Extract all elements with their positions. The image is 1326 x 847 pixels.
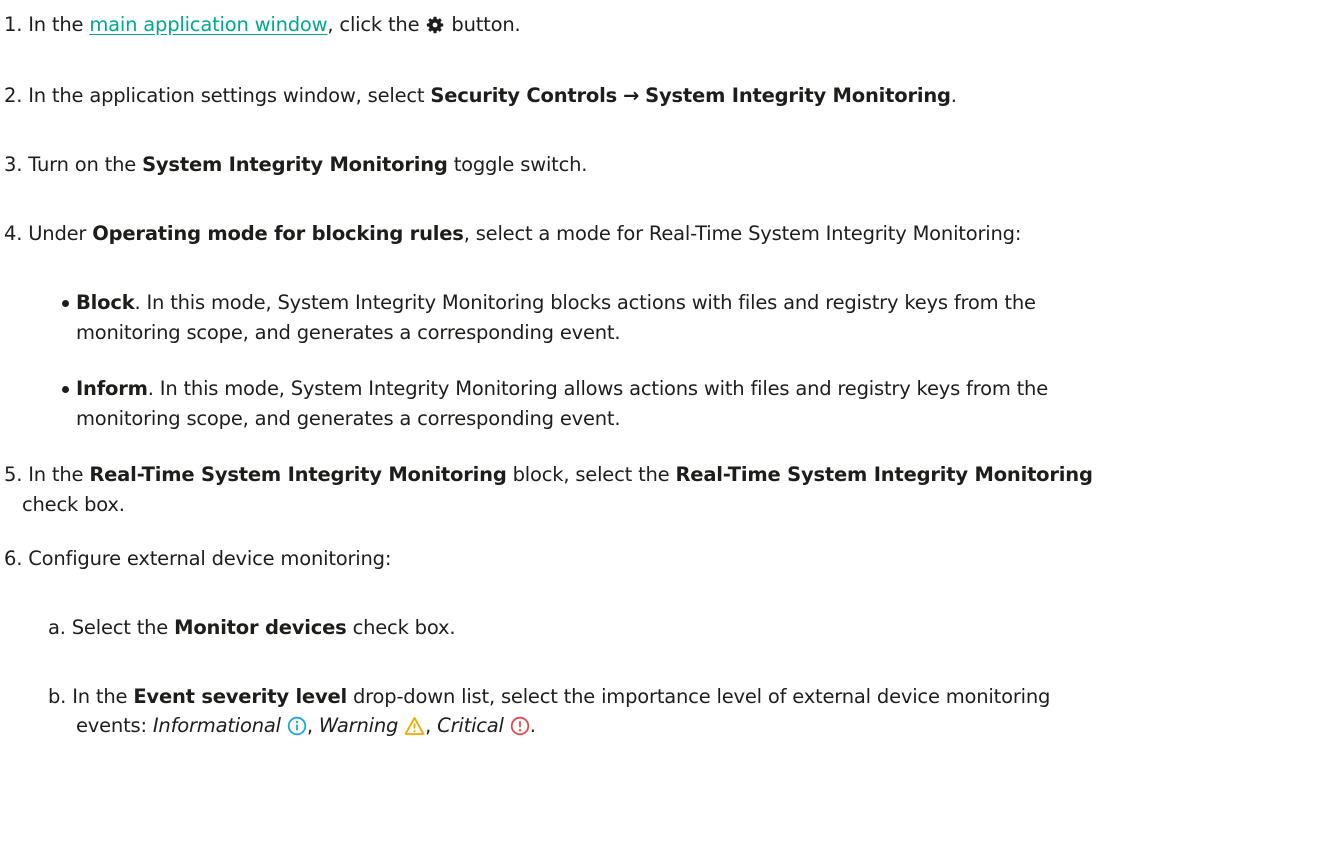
block-mode-item: Block. In this mode, System Integrity Mo…: [76, 289, 1036, 317]
step-text: button.: [451, 13, 521, 36]
step-text: In the: [28, 13, 84, 36]
step-text: Configure external device monitoring:: [28, 547, 392, 570]
step-number: 6.: [4, 547, 23, 570]
ui-checkbox-name: Real-Time System Integrity Monitoring: [675, 463, 1093, 486]
ui-checkbox-name: Monitor devices: [174, 616, 347, 639]
ui-block-name: Real-Time System Integrity Monitoring: [89, 463, 507, 486]
step-number: 1.: [4, 13, 23, 36]
step-text: , select a mode for Real-Time System Int…: [463, 222, 1022, 245]
step-text: In the application settings window, sele…: [28, 84, 425, 107]
bullet-dot: [62, 300, 69, 307]
mode-description: monitoring scope, and generates a corres…: [76, 321, 621, 344]
step-text: In the: [28, 463, 84, 486]
period: .: [529, 714, 536, 737]
step-1: 1. In the main application window, click…: [4, 11, 521, 43]
step-text: .: [950, 84, 957, 107]
inform-mode-item: Inform. In this mode, System Integrity M…: [76, 375, 1048, 403]
step-text: events:: [76, 714, 147, 737]
step-number: 2.: [4, 84, 23, 107]
ui-section-name: Operating mode for blocking rules: [92, 222, 464, 245]
step-number: 5.: [4, 463, 23, 486]
mode-description: monitoring scope, and generates a corres…: [76, 407, 621, 430]
step-text: toggle switch.: [453, 153, 588, 176]
mode-name-inform: Inform: [76, 377, 148, 400]
step-5-cont: check box.: [22, 491, 125, 519]
step-text: Under: [28, 222, 87, 245]
step-number: a.: [48, 616, 66, 639]
gear-icon: [425, 15, 445, 43]
step-text: block, select the: [512, 463, 670, 486]
step-2: 2. In the application settings window, s…: [4, 82, 957, 110]
critical-icon: [510, 716, 530, 744]
separator: ,: [306, 714, 313, 737]
step-text: check box.: [352, 616, 456, 639]
path-arrow: →: [623, 84, 640, 107]
step-text: check box.: [22, 493, 125, 516]
ui-toggle-name: System Integrity Monitoring: [142, 153, 448, 176]
mode-description: . In this mode, System Integrity Monitor…: [147, 377, 1049, 400]
block-mode-item-cont: monitoring scope, and generates a corres…: [76, 319, 621, 347]
step-4: 4. Under Operating mode for blocking rul…: [4, 220, 1021, 248]
warning-icon: [404, 716, 425, 744]
step-text: In the: [72, 685, 128, 708]
level-informational: Informational: [152, 714, 281, 737]
ui-path-system-integrity-monitoring: System Integrity Monitoring: [645, 84, 951, 107]
step-5: 5. In the Real-Time System Integrity Mon…: [4, 461, 1093, 489]
step-6b: b. In the Event severity level drop-down…: [48, 683, 1050, 711]
level-warning: Warning: [318, 714, 399, 737]
step-6: 6. Configure external device monitoring:: [4, 545, 391, 573]
step-6a: a. Select the Monitor devices check box.: [48, 614, 456, 642]
step-text: drop-down list, select the importance le…: [352, 685, 1051, 708]
step-text: , click the: [327, 13, 420, 36]
main-application-window-link[interactable]: main application window: [89, 13, 327, 36]
step-6b-cont: events: Informational , Warning , Critic…: [76, 712, 536, 744]
step-number: b.: [48, 685, 67, 708]
step-text: Select the: [71, 616, 169, 639]
bullet-dot: [62, 386, 69, 393]
mode-name-block: Block: [76, 291, 135, 314]
inform-mode-item-cont: monitoring scope, and generates a corres…: [76, 405, 621, 433]
step-text: Turn on the: [28, 153, 137, 176]
level-critical: Critical: [437, 714, 504, 737]
ui-path-security-controls: Security Controls: [430, 84, 618, 107]
step-number: 4.: [4, 222, 23, 245]
step-number: 3.: [4, 153, 23, 176]
info-icon: [287, 716, 307, 744]
ui-dropdown-name: Event severity level: [133, 685, 347, 708]
step-3: 3. Turn on the System Integrity Monitori…: [4, 151, 587, 179]
mode-description: . In this mode, System Integrity Monitor…: [134, 291, 1036, 314]
separator: ,: [425, 714, 432, 737]
